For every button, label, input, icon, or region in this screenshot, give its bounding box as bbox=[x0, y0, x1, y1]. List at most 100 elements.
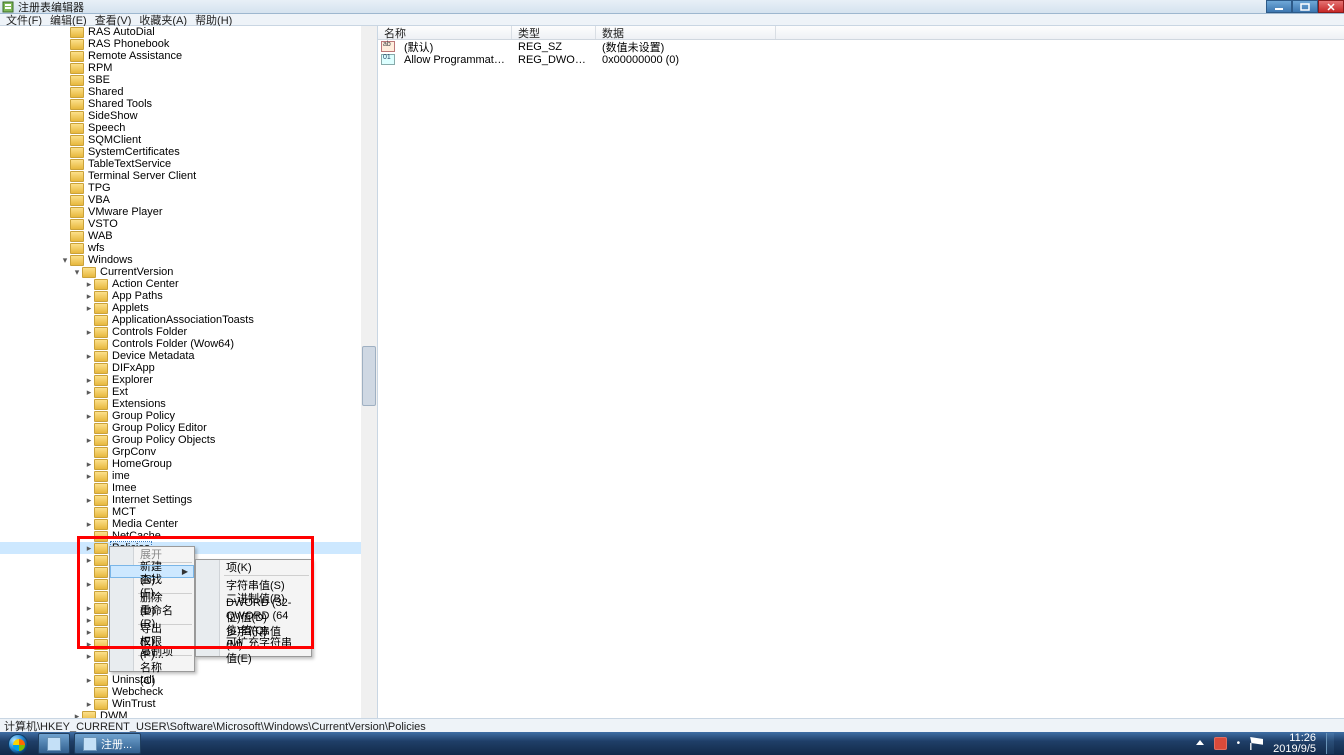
maximize-button[interactable] bbox=[1292, 0, 1318, 13]
expander-icon[interactable]: ▸ bbox=[84, 410, 94, 422]
tree-item[interactable]: ▸Group Policy bbox=[0, 410, 377, 422]
tree-item[interactable]: SBE bbox=[0, 74, 377, 86]
tree-item[interactable]: SideShow bbox=[0, 110, 377, 122]
tree-item[interactable]: ▸ime bbox=[0, 470, 377, 482]
tree-item[interactable]: Shared bbox=[0, 86, 377, 98]
tree-item[interactable]: ▸WinTrust bbox=[0, 698, 377, 710]
tray-action-center-icon[interactable] bbox=[1250, 737, 1263, 750]
expander-icon[interactable]: ▸ bbox=[84, 434, 94, 446]
tree-item[interactable]: GrpConv bbox=[0, 446, 377, 458]
show-desktop-button[interactable] bbox=[1326, 733, 1334, 754]
tray-clock[interactable]: 11:26 2019/9/5 bbox=[1273, 733, 1316, 755]
tree-item[interactable]: RPM bbox=[0, 62, 377, 74]
expander-icon[interactable]: ▸ bbox=[84, 518, 94, 530]
expander-icon[interactable]: ▸ bbox=[84, 638, 94, 650]
expander-icon[interactable]: ▸ bbox=[84, 302, 94, 314]
expander-icon[interactable]: ▸ bbox=[84, 650, 94, 662]
taskbar-item-explorer[interactable] bbox=[38, 733, 70, 754]
expander-icon[interactable]: ▸ bbox=[84, 386, 94, 398]
start-button[interactable] bbox=[0, 732, 36, 755]
tree-item[interactable]: ▸Group Policy Objects bbox=[0, 434, 377, 446]
tree-item[interactable]: ▸Action Center bbox=[0, 278, 377, 290]
expander-icon[interactable]: ▸ bbox=[84, 494, 94, 506]
tree-scrollbar[interactable] bbox=[361, 26, 377, 718]
tree-item[interactable]: MCT bbox=[0, 506, 377, 518]
tree-item[interactable]: ▸App Paths bbox=[0, 290, 377, 302]
tree-item[interactable]: ▸Controls Folder bbox=[0, 326, 377, 338]
tray-ime-icon[interactable]: • bbox=[1237, 738, 1241, 749]
tree-item[interactable]: TableTextService bbox=[0, 158, 377, 170]
tree-item[interactable]: ▾Windows bbox=[0, 254, 377, 266]
expander-icon[interactable]: ▾ bbox=[72, 266, 82, 278]
tray-overflow-icon[interactable] bbox=[1196, 740, 1204, 745]
tree-item[interactable]: Webcheck bbox=[0, 686, 377, 698]
expander-icon[interactable]: ▸ bbox=[84, 290, 94, 302]
expander-icon[interactable]: ▸ bbox=[84, 374, 94, 386]
expander-icon[interactable]: ▸ bbox=[84, 626, 94, 638]
tree-item[interactable]: Extensions bbox=[0, 398, 377, 410]
tree-item[interactable]: ApplicationAssociationToasts bbox=[0, 314, 377, 326]
tree-pane[interactable]: RAS AutoDialRAS PhonebookRemote Assistan… bbox=[0, 26, 378, 718]
tree-item[interactable]: ▸Media Center bbox=[0, 518, 377, 530]
tree-item[interactable]: ▸Uninstall bbox=[0, 674, 377, 686]
tree-item[interactable]: ▾CurrentVersion bbox=[0, 266, 377, 278]
tree-item[interactable]: Shared Tools bbox=[0, 98, 377, 110]
sub-expand[interactable]: 可扩充字符串值(E) bbox=[196, 643, 311, 656]
tree-item[interactable]: Controls Folder (Wow64) bbox=[0, 338, 377, 350]
expander-icon[interactable]: ▸ bbox=[72, 710, 82, 718]
tree-item[interactable]: Imee bbox=[0, 482, 377, 494]
tree-item[interactable]: ▸DWM bbox=[0, 710, 377, 718]
expander-icon[interactable]: ▸ bbox=[84, 554, 94, 566]
expander-icon[interactable]: ▸ bbox=[84, 470, 94, 482]
close-button[interactable] bbox=[1318, 0, 1344, 13]
tree-item[interactable]: NetCache bbox=[0, 530, 377, 542]
tree-item[interactable]: ▸Explorer bbox=[0, 374, 377, 386]
expander-icon[interactable]: ▸ bbox=[84, 542, 94, 554]
expander-icon[interactable]: ▸ bbox=[84, 458, 94, 470]
tree-item[interactable]: RAS Phonebook bbox=[0, 38, 377, 50]
expander-icon[interactable]: ▸ bbox=[84, 602, 94, 614]
col-type[interactable]: 类型 bbox=[512, 26, 596, 39]
tree-item[interactable]: Speech bbox=[0, 122, 377, 134]
list-pane[interactable]: 名称 类型 数据 (默认)REG_SZ(数值未设置)Allow Programm… bbox=[378, 26, 1344, 718]
tree-item[interactable]: ▸Device Metadata bbox=[0, 350, 377, 362]
expander-icon[interactable]: ▸ bbox=[84, 674, 94, 686]
context-menu[interactable]: 展开 新建(N)▶ 查找(F)... 删除(D) 重命名(R) 导出(E) 权限… bbox=[109, 546, 195, 672]
tree-item[interactable]: Group Policy Editor bbox=[0, 422, 377, 434]
expander-icon[interactable]: ▾ bbox=[60, 254, 70, 266]
tree-scroll-thumb[interactable] bbox=[362, 346, 376, 406]
expander-icon[interactable]: ▸ bbox=[84, 614, 94, 626]
taskbar-item-regedit[interactable]: 注册... bbox=[74, 733, 141, 754]
tree-item[interactable]: Remote Assistance bbox=[0, 50, 377, 62]
tree-item[interactable]: ▸Ext bbox=[0, 386, 377, 398]
tree-item[interactable]: TPG bbox=[0, 182, 377, 194]
tree-item[interactable]: WAB bbox=[0, 230, 377, 242]
tree-item[interactable]: ▸Internet Settings bbox=[0, 494, 377, 506]
tree-item[interactable]: ▸Applets bbox=[0, 302, 377, 314]
tree-item[interactable]: RAS AutoDial bbox=[0, 26, 377, 38]
sub-key[interactable]: 项(K) bbox=[196, 560, 311, 573]
expander-icon[interactable]: ▸ bbox=[84, 578, 94, 590]
tray-sogou-icon[interactable] bbox=[1214, 737, 1227, 750]
context-submenu-new[interactable]: 项(K) 字符串值(S) 二进制值(B) DWORD (32-位)值(D) QW… bbox=[195, 559, 312, 657]
tree-item[interactable]: VMware Player bbox=[0, 206, 377, 218]
tree-item[interactable]: SQMClient bbox=[0, 134, 377, 146]
tree-item[interactable]: DIFxApp bbox=[0, 362, 377, 374]
tree-item[interactable]: ▸HomeGroup bbox=[0, 458, 377, 470]
tree-item[interactable]: VSTO bbox=[0, 218, 377, 230]
ctx-copy-key-name[interactable]: 复制项名称(C) bbox=[110, 658, 194, 671]
tree-item[interactable]: SystemCertificates bbox=[0, 146, 377, 158]
tree-item[interactable]: VBA bbox=[0, 194, 377, 206]
minimize-button[interactable] bbox=[1266, 0, 1292, 13]
expander-icon[interactable]: ▸ bbox=[84, 278, 94, 290]
list-row[interactable]: Allow Programmatic Cut_Co...REG_DWORD0x0… bbox=[378, 53, 1344, 66]
col-data[interactable]: 数据 bbox=[596, 26, 776, 39]
tree-item[interactable]: wfs bbox=[0, 242, 377, 254]
expander-icon[interactable]: ▸ bbox=[84, 350, 94, 362]
list-header[interactable]: 名称 类型 数据 bbox=[378, 26, 1344, 40]
list-row[interactable]: (默认)REG_SZ(数值未设置) bbox=[378, 40, 1344, 53]
col-name[interactable]: 名称 bbox=[378, 26, 512, 39]
expander-icon[interactable]: ▸ bbox=[84, 326, 94, 338]
expander-icon[interactable]: ▸ bbox=[84, 698, 94, 710]
tree-item[interactable]: Terminal Server Client bbox=[0, 170, 377, 182]
